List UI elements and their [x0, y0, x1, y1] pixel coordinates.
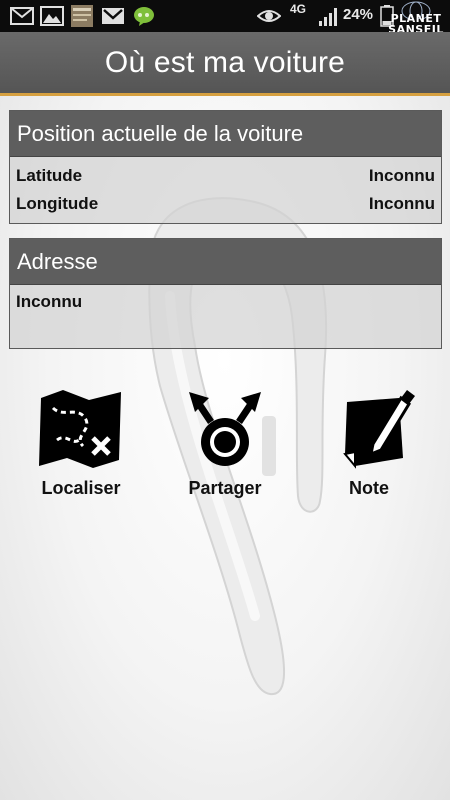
- latitude-value: Inconnu: [368, 166, 435, 185]
- address-value: Inconnu: [16, 292, 83, 311]
- latitude-label: Latitude: [16, 166, 83, 185]
- position-panel-title: Position actuelle de la voiture: [10, 111, 441, 157]
- position-panel: Position actuelle de la voiture Latitude…: [9, 110, 442, 224]
- status-bar: 4G 24% PLANET SANSFIL: [0, 0, 450, 35]
- share-label: Partager: [188, 478, 262, 498]
- note-button[interactable]: Note: [304, 388, 434, 513]
- notification-thumbnail-icon: [71, 5, 93, 27]
- longitude-row: Longitude Inconnu: [10, 190, 441, 218]
- treasure-map-icon: [39, 390, 121, 468]
- address-panel: Adresse Inconnu: [9, 238, 442, 349]
- share-button[interactable]: Partager: [160, 388, 290, 513]
- image-icon: [40, 6, 64, 26]
- network-type: 4G: [290, 2, 307, 16]
- email-icon: [10, 7, 34, 25]
- battery-percent: 24%: [343, 6, 374, 23]
- eye-icon: [257, 10, 281, 22]
- address-panel-title: Adresse: [10, 239, 441, 285]
- locate-button[interactable]: Localiser: [16, 388, 146, 513]
- gmail-icon: [102, 8, 124, 24]
- longitude-value: Inconnu: [368, 194, 435, 213]
- latitude-row: Latitude Inconnu: [10, 162, 441, 190]
- signal-icon: [319, 8, 337, 26]
- longitude-label: Longitude: [16, 194, 99, 213]
- app-title: Où est ma voiture: [104, 45, 346, 79]
- note-label: Note: [349, 478, 389, 498]
- note-icon: [343, 390, 415, 469]
- share-icon: [189, 392, 261, 466]
- action-bar: Où est ma voiture: [0, 32, 450, 96]
- locate-label: Localiser: [41, 478, 121, 498]
- hangouts-icon: [134, 7, 154, 26]
